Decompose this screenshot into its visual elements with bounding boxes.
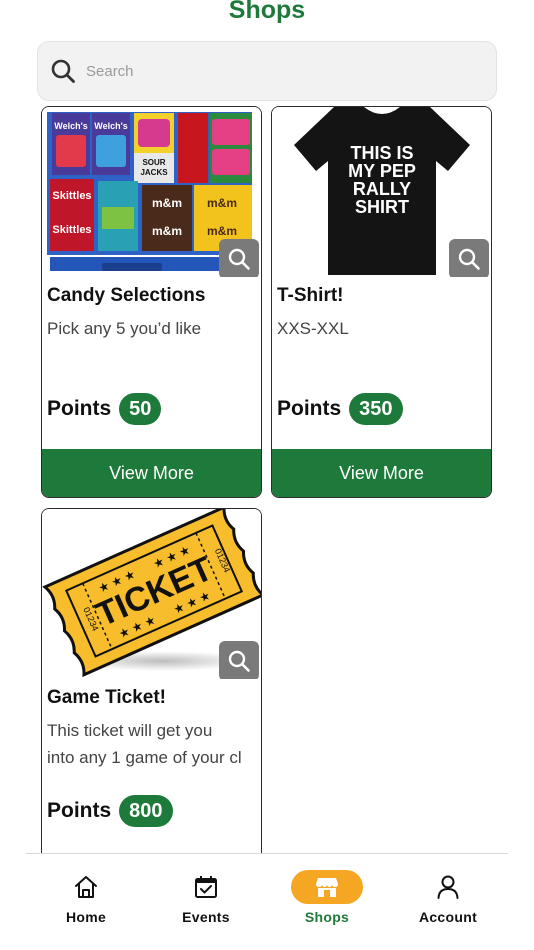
candy-label-1: Welch's (54, 121, 88, 131)
product-name: Candy Selections (47, 285, 206, 306)
product-image-ticket: TICKET ★ ★ ★ ★ ★ ★ ★ ★ ★ ★ ★ ★ 01234 012… (42, 509, 261, 679)
points-badge: 350 (349, 393, 403, 425)
candy-label-5: SOUR (142, 158, 165, 167)
tab-label: Events (182, 909, 230, 925)
tab-label: Home (65, 909, 107, 925)
points-badge: 800 (119, 795, 173, 827)
points-badge: 50 (119, 393, 162, 425)
shirt-text-4: SHIRT (355, 197, 409, 217)
shirt-text-2: MY PEP (348, 161, 416, 181)
points-label: Points (47, 799, 112, 822)
product-image-candy: Welch's Welch's SOUR JACKS Skittles Skit… (42, 107, 261, 277)
zoom-button[interactable] (449, 239, 489, 277)
candy-label-7: m&m (152, 196, 182, 210)
product-card-tshirt[interactable]: THIS IS MY PEP RALLY SHIRT T-Shirt! XXS-… (271, 106, 492, 498)
product-description: XXS-XXL (277, 319, 349, 338)
points-label: Points (277, 397, 342, 420)
search-bar[interactable] (37, 41, 497, 101)
home-icon (50, 870, 122, 904)
search-icon (228, 248, 250, 270)
shirt-text-3: RALLY (353, 179, 411, 199)
product-description-line-2: into any 1 game of your cl (47, 748, 242, 767)
candy-label-9: m&m (207, 196, 237, 210)
search-icon (51, 59, 75, 83)
candy-label-3: Skittles (52, 190, 91, 202)
candy-label-4: Skittles (52, 224, 91, 236)
store-icon (291, 870, 363, 904)
product-card-candy[interactable]: Welch's Welch's SOUR JACKS Skittles Skit… (41, 106, 262, 498)
points-row: Points 800 (47, 795, 173, 827)
points-row: Points 50 (47, 393, 162, 425)
product-image-tshirt: THIS IS MY PEP RALLY SHIRT (272, 107, 491, 277)
tab-label: Shops (304, 909, 350, 925)
view-more-button[interactable]: View More (272, 449, 491, 497)
shirt-text-1: THIS IS (350, 143, 413, 163)
product-name: T-Shirt! (277, 285, 344, 306)
points-row: Points 350 (277, 393, 403, 425)
candy-label-8: m&m (152, 224, 182, 238)
search-icon (458, 248, 480, 270)
view-more-button[interactable]: View More (42, 449, 261, 497)
bottom-tab-bar: Home Events Shops Account (26, 853, 508, 950)
tab-events[interactable]: Events (146, 854, 266, 944)
product-card-ticket[interactable]: TICKET ★ ★ ★ ★ ★ ★ ★ ★ ★ ★ ★ ★ 01234 012… (41, 508, 262, 868)
zoom-button[interactable] (219, 239, 259, 277)
tab-account[interactable]: Account (388, 854, 508, 944)
product-description-line-1: This ticket will get you (47, 721, 213, 740)
points-label: Points (47, 397, 112, 420)
calendar-check-icon (170, 870, 242, 904)
candy-label-6: JACKS (140, 168, 168, 177)
product-name: Game Ticket! (47, 687, 166, 708)
search-icon (228, 650, 250, 672)
zoom-button[interactable] (219, 641, 259, 679)
candy-label-2: Welch's (94, 121, 128, 131)
tab-shops[interactable]: Shops (267, 854, 387, 944)
candy-label-10: m&m (207, 224, 237, 238)
search-input[interactable] (86, 62, 466, 80)
page-title: Shops (228, 0, 306, 24)
tab-label: Account (418, 909, 478, 925)
product-description: Pick any 5 you’d like (47, 319, 202, 338)
tab-home[interactable]: Home (26, 854, 146, 944)
user-icon (412, 870, 484, 904)
